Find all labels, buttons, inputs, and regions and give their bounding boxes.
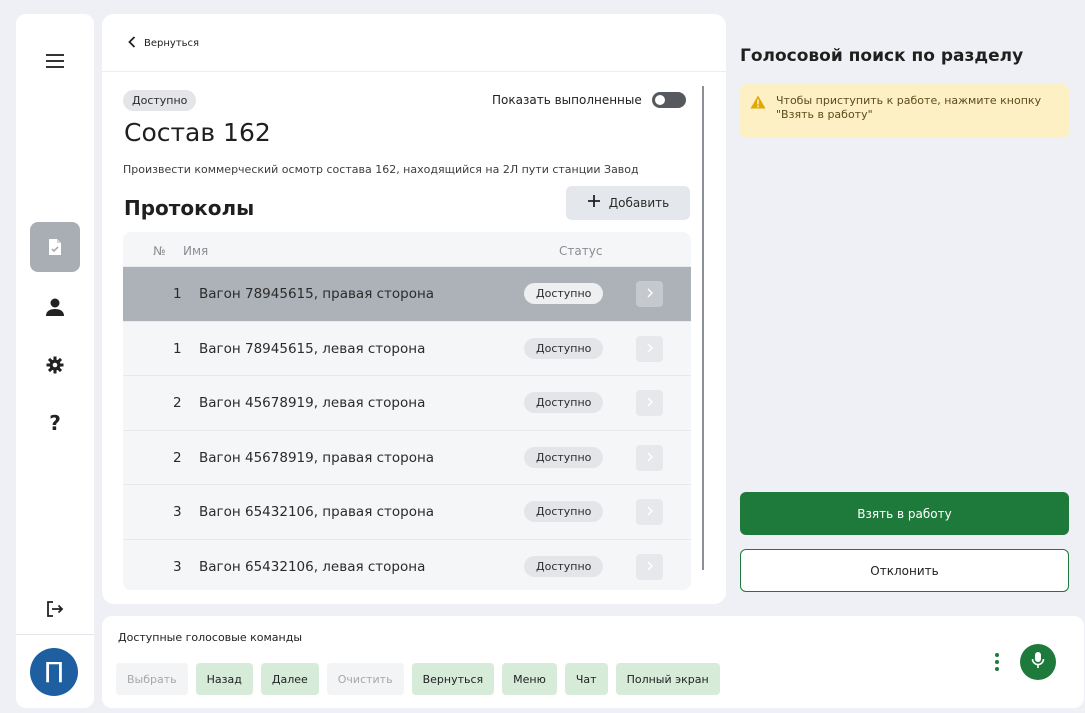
take-to-work-button[interactable]: Взять в работу — [740, 492, 1069, 535]
row-open-button[interactable] — [636, 553, 663, 580]
table-row[interactable]: 2 Вагон 45678919, правая сторона Доступно — [123, 429, 691, 485]
row-num: 2 — [173, 395, 182, 412]
voice-commands-list: Выбрать Назад Далее Очистить Вернуться Меню Ча… — [116, 663, 720, 695]
row-num: 2 — [173, 449, 182, 466]
row-num: 3 — [173, 504, 182, 521]
row-status-badge: Доступно — [524, 337, 604, 359]
chevron-right-icon — [647, 559, 653, 575]
sidebar-item-documents[interactable] — [30, 222, 80, 272]
scrollbar[interactable] — [702, 86, 704, 570]
chevron-right-icon — [647, 504, 653, 520]
toggle-switch[interactable] — [651, 92, 686, 108]
back-label: Вернуться — [144, 38, 200, 49]
chevron-right-icon — [647, 341, 653, 357]
logout-icon — [46, 601, 64, 617]
header-num: № — [153, 244, 166, 258]
dot-icon — [995, 667, 999, 671]
voice-command-button[interactable]: Полный экран — [615, 663, 720, 695]
row-open-button[interactable] — [636, 499, 663, 526]
voice-command-button[interactable]: Вернуться — [411, 663, 495, 695]
table-row[interactable]: 1 Вагон 78945615, правая сторона Доступно — [123, 266, 691, 321]
row-open-button[interactable] — [636, 444, 663, 471]
chevron-right-icon — [647, 286, 653, 302]
main-card: Вернуться Доступно Показать выполненные … — [102, 14, 726, 604]
dot-icon — [995, 653, 999, 657]
row-status-badge: Доступно — [524, 501, 604, 523]
sidebar-divider — [16, 634, 94, 635]
row-name: Вагон 78945615, правая сторона — [199, 286, 435, 302]
help-icon: ? — [49, 411, 61, 435]
sidebar-item-settings[interactable] — [30, 340, 80, 390]
status-badge: Доступно — [123, 90, 197, 111]
decline-button[interactable]: Отклонить — [740, 549, 1069, 592]
voice-command-button[interactable]: Чат — [564, 663, 608, 695]
avatar-letter: П — [43, 655, 65, 689]
table-row[interactable]: 3 Вагон 65432106, левая сторона Доступно — [123, 538, 691, 590]
show-completed-toggle[interactable]: Показать выполненные — [492, 92, 686, 108]
menu-icon — [45, 53, 65, 69]
row-open-button[interactable] — [636, 390, 663, 417]
more-options-button[interactable] — [995, 653, 999, 671]
microphone-button[interactable] — [1020, 644, 1056, 680]
warning-icon — [750, 94, 766, 138]
chevron-right-icon — [647, 450, 653, 466]
page-title: Состав 162 — [124, 118, 271, 147]
voice-command-button[interactable]: Далее — [260, 663, 319, 695]
chevron-right-icon — [647, 395, 653, 411]
row-status-badge: Доступно — [524, 283, 604, 304]
table-body: 1 Вагон 78945615, правая сторона Доступно 1… — [123, 266, 691, 590]
sidebar-item-help[interactable]: ? — [30, 398, 80, 448]
voice-search-panel: Голосовой поиск по разделу Чтобы приступ… — [730, 24, 1084, 604]
row-num: 1 — [173, 286, 182, 302]
table-row[interactable]: 1 Вагон 78945615, левая сторона Доступно — [123, 320, 691, 376]
voice-search-title: Голосовой поиск по разделу — [740, 46, 1024, 66]
row-open-button[interactable] — [636, 281, 663, 307]
header-status: Статус — [559, 244, 603, 258]
toggle-knob — [654, 95, 665, 105]
voice-command-button[interactable]: Меню — [502, 663, 557, 695]
gear-icon — [46, 356, 64, 374]
sidebar-item-profile[interactable] — [30, 282, 80, 332]
voice-commands-title: Доступные голосовые команды — [118, 631, 302, 644]
row-name: Вагон 78945615, левая сторона — [199, 340, 426, 357]
row-open-button[interactable] — [636, 335, 663, 362]
task-description: Произвести коммерческий осмотр состава 1… — [123, 163, 639, 176]
menu-button[interactable] — [30, 36, 80, 86]
row-name: Вагон 45678919, правая сторона — [199, 449, 435, 466]
row-status-badge: Доступно — [524, 446, 604, 468]
microphone-icon — [1031, 651, 1045, 673]
table-row[interactable]: 3 Вагон 65432106, правая сторона Доступно — [123, 484, 691, 539]
row-name: Вагон 65432106, левая сторона — [199, 558, 426, 575]
row-num: 1 — [173, 340, 182, 357]
sidebar: ? П — [16, 14, 94, 708]
row-status-badge: Доступно — [524, 392, 604, 414]
back-link[interactable]: Вернуться — [128, 36, 199, 51]
warning-banner: Чтобы приступить к работе, нажмите кнопк… — [740, 84, 1069, 138]
voice-command-button: Выбрать — [116, 663, 188, 695]
avatar[interactable]: П — [30, 648, 78, 696]
row-name: Вагон 45678919, левая сторона — [199, 395, 426, 412]
document-check-icon — [47, 238, 63, 256]
dot-icon — [995, 660, 999, 664]
user-icon — [45, 297, 65, 317]
warning-text: Чтобы приступить к работе, нажмите кнопк… — [776, 94, 1042, 121]
table-row[interactable]: 2 Вагон 45678919, левая сторона Доступно — [123, 375, 691, 430]
row-name: Вагон 65432106, правая сторона — [199, 504, 435, 521]
row-num: 3 — [173, 558, 182, 575]
plus-icon — [587, 191, 601, 213]
show-completed-label: Показать выполненные — [492, 93, 642, 107]
chevron-left-icon — [128, 36, 136, 51]
logout-button[interactable] — [30, 584, 80, 634]
voice-command-button: Очистить — [326, 663, 404, 695]
row-status-badge: Доступно — [524, 555, 604, 577]
header-divider — [102, 71, 726, 72]
protocols-table: № Имя Статус 1 Вагон 78945615, правая сто… — [123, 232, 691, 590]
add-button-label: Добавить — [608, 196, 670, 210]
add-button[interactable]: Добавить — [566, 186, 690, 220]
voice-commands-bar: Доступные голосовые команды Выбрать Назад… — [102, 616, 1084, 708]
header-name: Имя — [183, 244, 209, 258]
protocols-title: Протоколы — [124, 196, 255, 220]
table-header: № Имя Статус — [123, 232, 691, 266]
voice-command-button[interactable]: Назад — [195, 663, 253, 695]
